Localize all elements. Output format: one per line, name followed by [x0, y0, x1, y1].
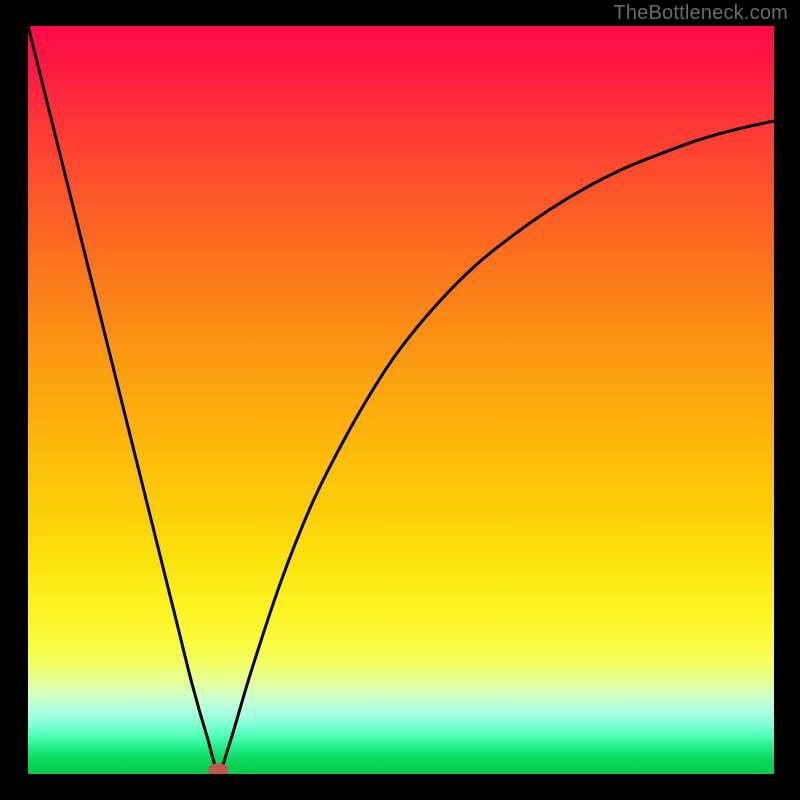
minimum-marker: [208, 764, 228, 774]
bottleneck-curve: [28, 26, 774, 774]
plot-area: [28, 26, 774, 774]
watermark-text: TheBottleneck.com: [613, 2, 788, 25]
chart-container: TheBottleneck.com: [0, 0, 800, 800]
